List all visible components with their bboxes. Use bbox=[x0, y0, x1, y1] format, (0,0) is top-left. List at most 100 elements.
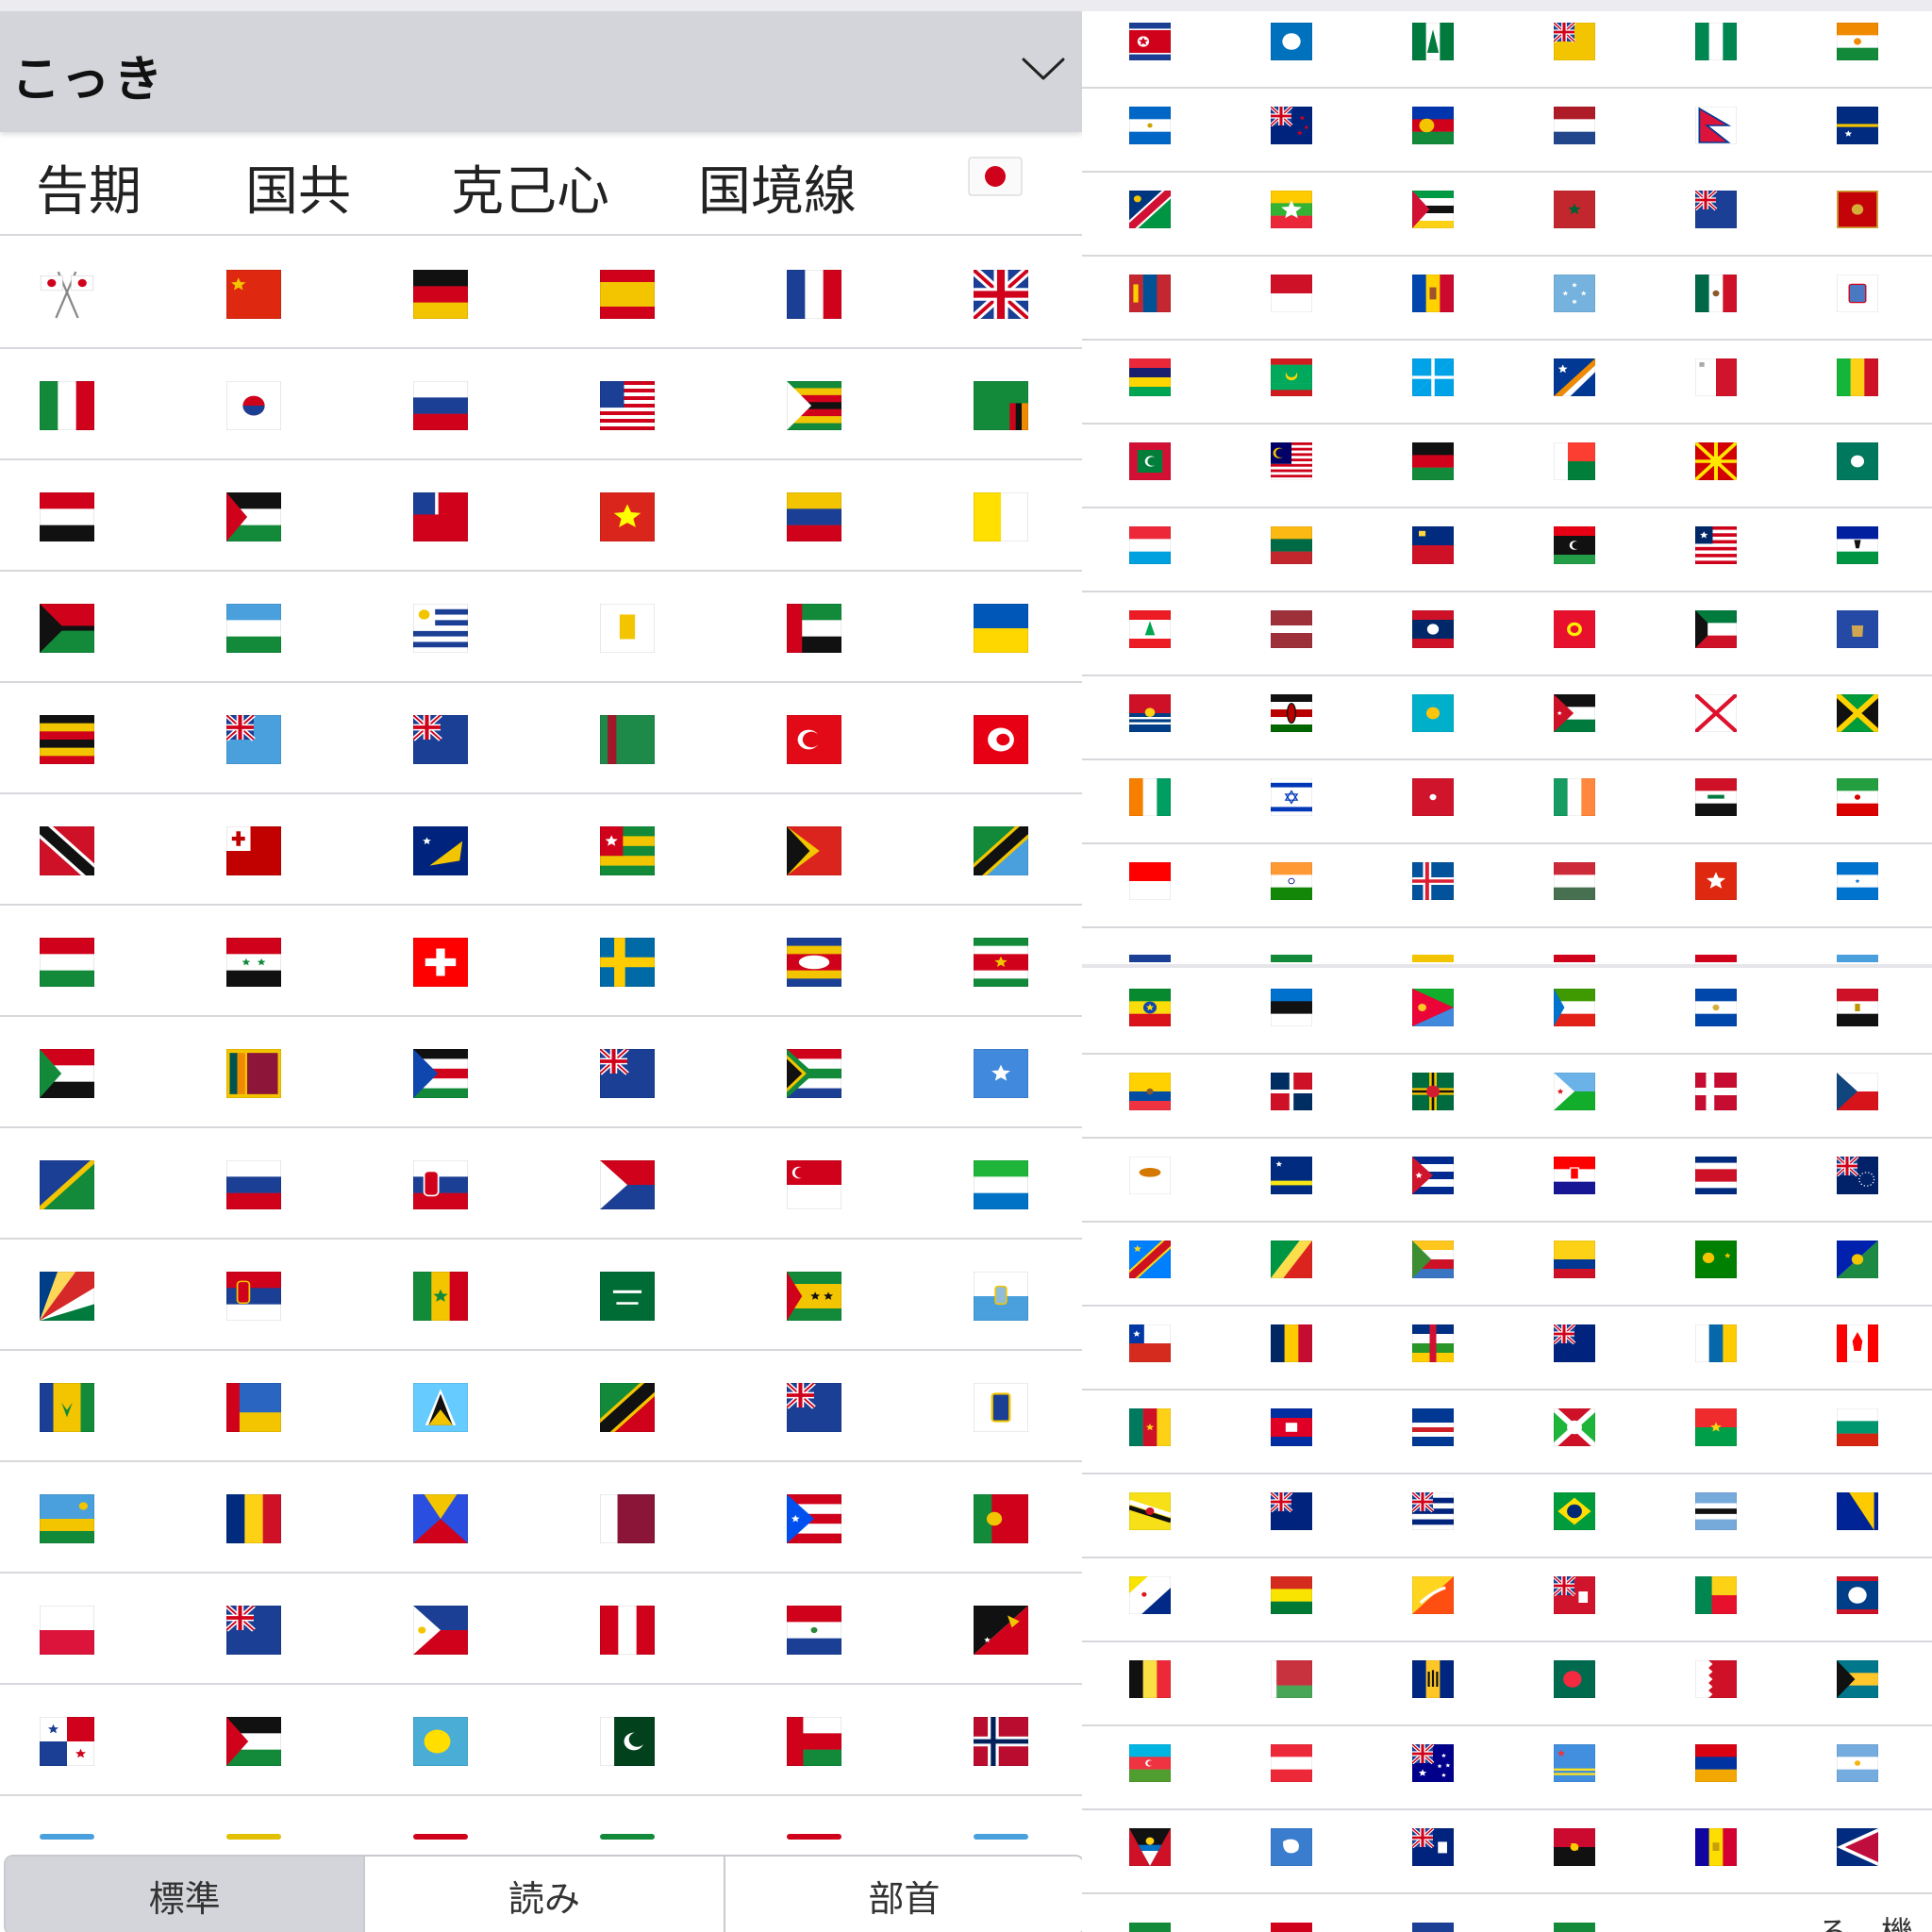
flag-bulgaria-emoji[interactable] bbox=[1837, 1408, 1878, 1446]
flag-dominican-republic-emoji[interactable] bbox=[1271, 1073, 1312, 1110]
flag-norfolk-island-emoji[interactable] bbox=[1412, 23, 1454, 60]
flag-bosnia-emoji[interactable] bbox=[1837, 1492, 1878, 1530]
flag-cambodia-emoji[interactable] bbox=[1271, 1408, 1312, 1446]
flag-argentina-emoji[interactable] bbox=[1837, 1744, 1878, 1782]
flag-burkina-faso-emoji[interactable] bbox=[1695, 1408, 1737, 1446]
flag-central-african-republic-emoji[interactable] bbox=[1412, 1324, 1454, 1362]
flag-mayotte-emoji[interactable] bbox=[1837, 275, 1878, 312]
flag-brunei-emoji[interactable] bbox=[1129, 1492, 1171, 1530]
flag-cyprus-emoji[interactable] bbox=[1129, 1157, 1171, 1194]
candidate-2[interactable]: 国共 bbox=[245, 149, 351, 225]
flag-egypt-emoji[interactable] bbox=[1837, 989, 1878, 1026]
flag-sri-lanka-emoji[interactable] bbox=[226, 1049, 281, 1098]
flag-macao-emoji[interactable] bbox=[1837, 442, 1878, 480]
flag-turkey-emoji[interactable] bbox=[787, 715, 841, 764]
flag-eswatini-emoji[interactable] bbox=[787, 938, 841, 987]
flag-sao-tome-principe-emoji[interactable] bbox=[787, 1272, 841, 1321]
flag-south-georgia-emoji[interactable] bbox=[600, 1049, 655, 1098]
flag-vietnam-emoji[interactable] bbox=[600, 492, 655, 541]
flag-costa-rica-emoji[interactable] bbox=[1695, 1157, 1737, 1194]
flag-bangladesh-emoji[interactable] bbox=[1554, 1660, 1595, 1698]
flag-mozambique-emoji[interactable] bbox=[1412, 191, 1454, 228]
flag-reunion-emoji[interactable] bbox=[413, 1494, 468, 1543]
flag-australia-emoji[interactable] bbox=[1412, 1744, 1454, 1782]
flag-british-virgin-islands-emoji[interactable] bbox=[1271, 1492, 1312, 1530]
flag-liechtenstein-emoji[interactable] bbox=[1412, 526, 1454, 564]
flag-montenegro-emoji[interactable] bbox=[1837, 191, 1878, 228]
flag-belarus-emoji[interactable] bbox=[1271, 1660, 1312, 1698]
flag-india-emoji[interactable] bbox=[1271, 862, 1312, 900]
flag-turkmenistan-emoji[interactable] bbox=[600, 715, 655, 764]
flag-cameroon-emoji[interactable] bbox=[1129, 1408, 1171, 1446]
flag-yemen-emoji[interactable] bbox=[40, 492, 94, 541]
flag-south-africa-emoji[interactable] bbox=[787, 1049, 841, 1098]
flag-somalia-emoji[interactable] bbox=[974, 1049, 1028, 1098]
flag-kiribati-emoji[interactable] bbox=[1129, 694, 1171, 732]
flag-philippines-emoji[interactable] bbox=[413, 1606, 468, 1655]
flag-liberia-emoji[interactable] bbox=[1695, 526, 1737, 564]
flag-france-emoji[interactable] bbox=[787, 270, 841, 319]
flag-st-pierre-miquelon-emoji[interactable] bbox=[226, 1383, 281, 1432]
flag-chile-emoji[interactable] bbox=[1129, 1324, 1171, 1362]
flag-belgium-emoji[interactable] bbox=[1129, 1660, 1171, 1698]
flag-cayman-islands-emoji[interactable] bbox=[1554, 1324, 1595, 1362]
flag-maldives-emoji[interactable] bbox=[1129, 442, 1171, 480]
flag-austria-emoji[interactable] bbox=[1271, 1744, 1312, 1782]
flag-china-emoji[interactable] bbox=[226, 270, 281, 319]
flag-jordan-emoji[interactable] bbox=[1554, 694, 1595, 732]
flag-vatican-city-emoji[interactable] bbox=[974, 492, 1028, 541]
flag-ukraine-emoji[interactable] bbox=[974, 604, 1028, 653]
flag-equatorial-guinea-emoji[interactable] bbox=[1554, 989, 1595, 1026]
flag-south-sudan-emoji[interactable] bbox=[413, 1049, 468, 1098]
tab-reading[interactable]: 読み bbox=[365, 1857, 725, 1932]
flag-mali-emoji[interactable] bbox=[1837, 358, 1878, 396]
flag-tajikistan-emoji[interactable] bbox=[40, 938, 94, 987]
flag-honduras-emoji[interactable] bbox=[1837, 862, 1878, 900]
flag-libya-emoji[interactable] bbox=[1554, 526, 1595, 564]
flag-madagascar-emoji[interactable] bbox=[1554, 442, 1595, 480]
flag-el-salvador-emoji[interactable] bbox=[1695, 989, 1737, 1026]
flag-colombia-emoji[interactable] bbox=[1554, 1241, 1595, 1278]
flag-nicaragua-emoji[interactable] bbox=[1129, 107, 1171, 144]
flag-congo-kinshasa-emoji[interactable] bbox=[1129, 1241, 1171, 1278]
flag-niue-emoji[interactable] bbox=[1554, 23, 1595, 60]
flag-san-marino-emoji[interactable] bbox=[974, 1272, 1028, 1321]
candidate-1[interactable]: 告期 bbox=[36, 149, 142, 225]
flag-marshall-islands-emoji[interactable] bbox=[1554, 358, 1595, 396]
flag-laos-emoji[interactable] bbox=[1412, 610, 1454, 648]
flag-montserrat-emoji[interactable] bbox=[1695, 191, 1737, 228]
flag-jersey-emoji[interactable] bbox=[1695, 694, 1737, 732]
flag-niger-emoji[interactable] bbox=[1837, 23, 1878, 60]
flag-iran-emoji[interactable] bbox=[1837, 778, 1878, 816]
flag-nauru-emoji[interactable] bbox=[1837, 107, 1878, 144]
flag-american-samoa-emoji[interactable] bbox=[1837, 1828, 1878, 1866]
candidate-4[interactable]: 国境線 bbox=[698, 149, 857, 225]
flag-sudan-emoji[interactable] bbox=[40, 1049, 94, 1098]
flag-christmas-island-emoji[interactable] bbox=[1837, 1241, 1878, 1278]
flag-brazil-emoji[interactable] bbox=[1554, 1492, 1595, 1530]
flag-switzerland-emoji[interactable] bbox=[413, 938, 468, 987]
flag-monaco-emoji[interactable] bbox=[1271, 275, 1312, 312]
flag-singapore-emoji[interactable] bbox=[787, 1160, 841, 1209]
flag-peru-emoji[interactable] bbox=[600, 1606, 655, 1655]
flag-israel-emoji[interactable] bbox=[1271, 778, 1312, 816]
flag-aruba-emoji[interactable] bbox=[1554, 1744, 1595, 1782]
flag-iceland-emoji[interactable] bbox=[1412, 862, 1454, 900]
flag-south-korea-emoji[interactable] bbox=[226, 381, 281, 430]
flag-moldova-emoji[interactable] bbox=[1412, 275, 1454, 312]
flag-slovenia-emoji[interactable] bbox=[226, 1160, 281, 1209]
flag-cote-divoire-emoji[interactable] bbox=[1129, 778, 1171, 816]
flag-paraguay-emoji[interactable] bbox=[787, 1606, 841, 1655]
flag-micronesia-emoji[interactable] bbox=[1554, 275, 1595, 312]
flag-new-zealand-emoji[interactable] bbox=[1271, 107, 1312, 144]
flag-belize-emoji[interactable] bbox=[1837, 1576, 1878, 1614]
tab-standard[interactable]: 標準 bbox=[6, 1857, 366, 1932]
flag-new-caledonia-emoji[interactable] bbox=[1412, 107, 1454, 144]
flag-sweden-emoji[interactable] bbox=[600, 938, 655, 987]
flag-vanuatu-emoji[interactable] bbox=[40, 604, 94, 653]
flag-togo-emoji[interactable] bbox=[600, 826, 655, 875]
flag-trinidad-tobago-emoji[interactable] bbox=[40, 826, 94, 875]
flag-nepal-emoji[interactable] bbox=[1695, 107, 1737, 144]
flag-venezuela-emoji[interactable] bbox=[787, 492, 841, 541]
flag-papua-new-guinea-emoji[interactable] bbox=[974, 1606, 1028, 1655]
